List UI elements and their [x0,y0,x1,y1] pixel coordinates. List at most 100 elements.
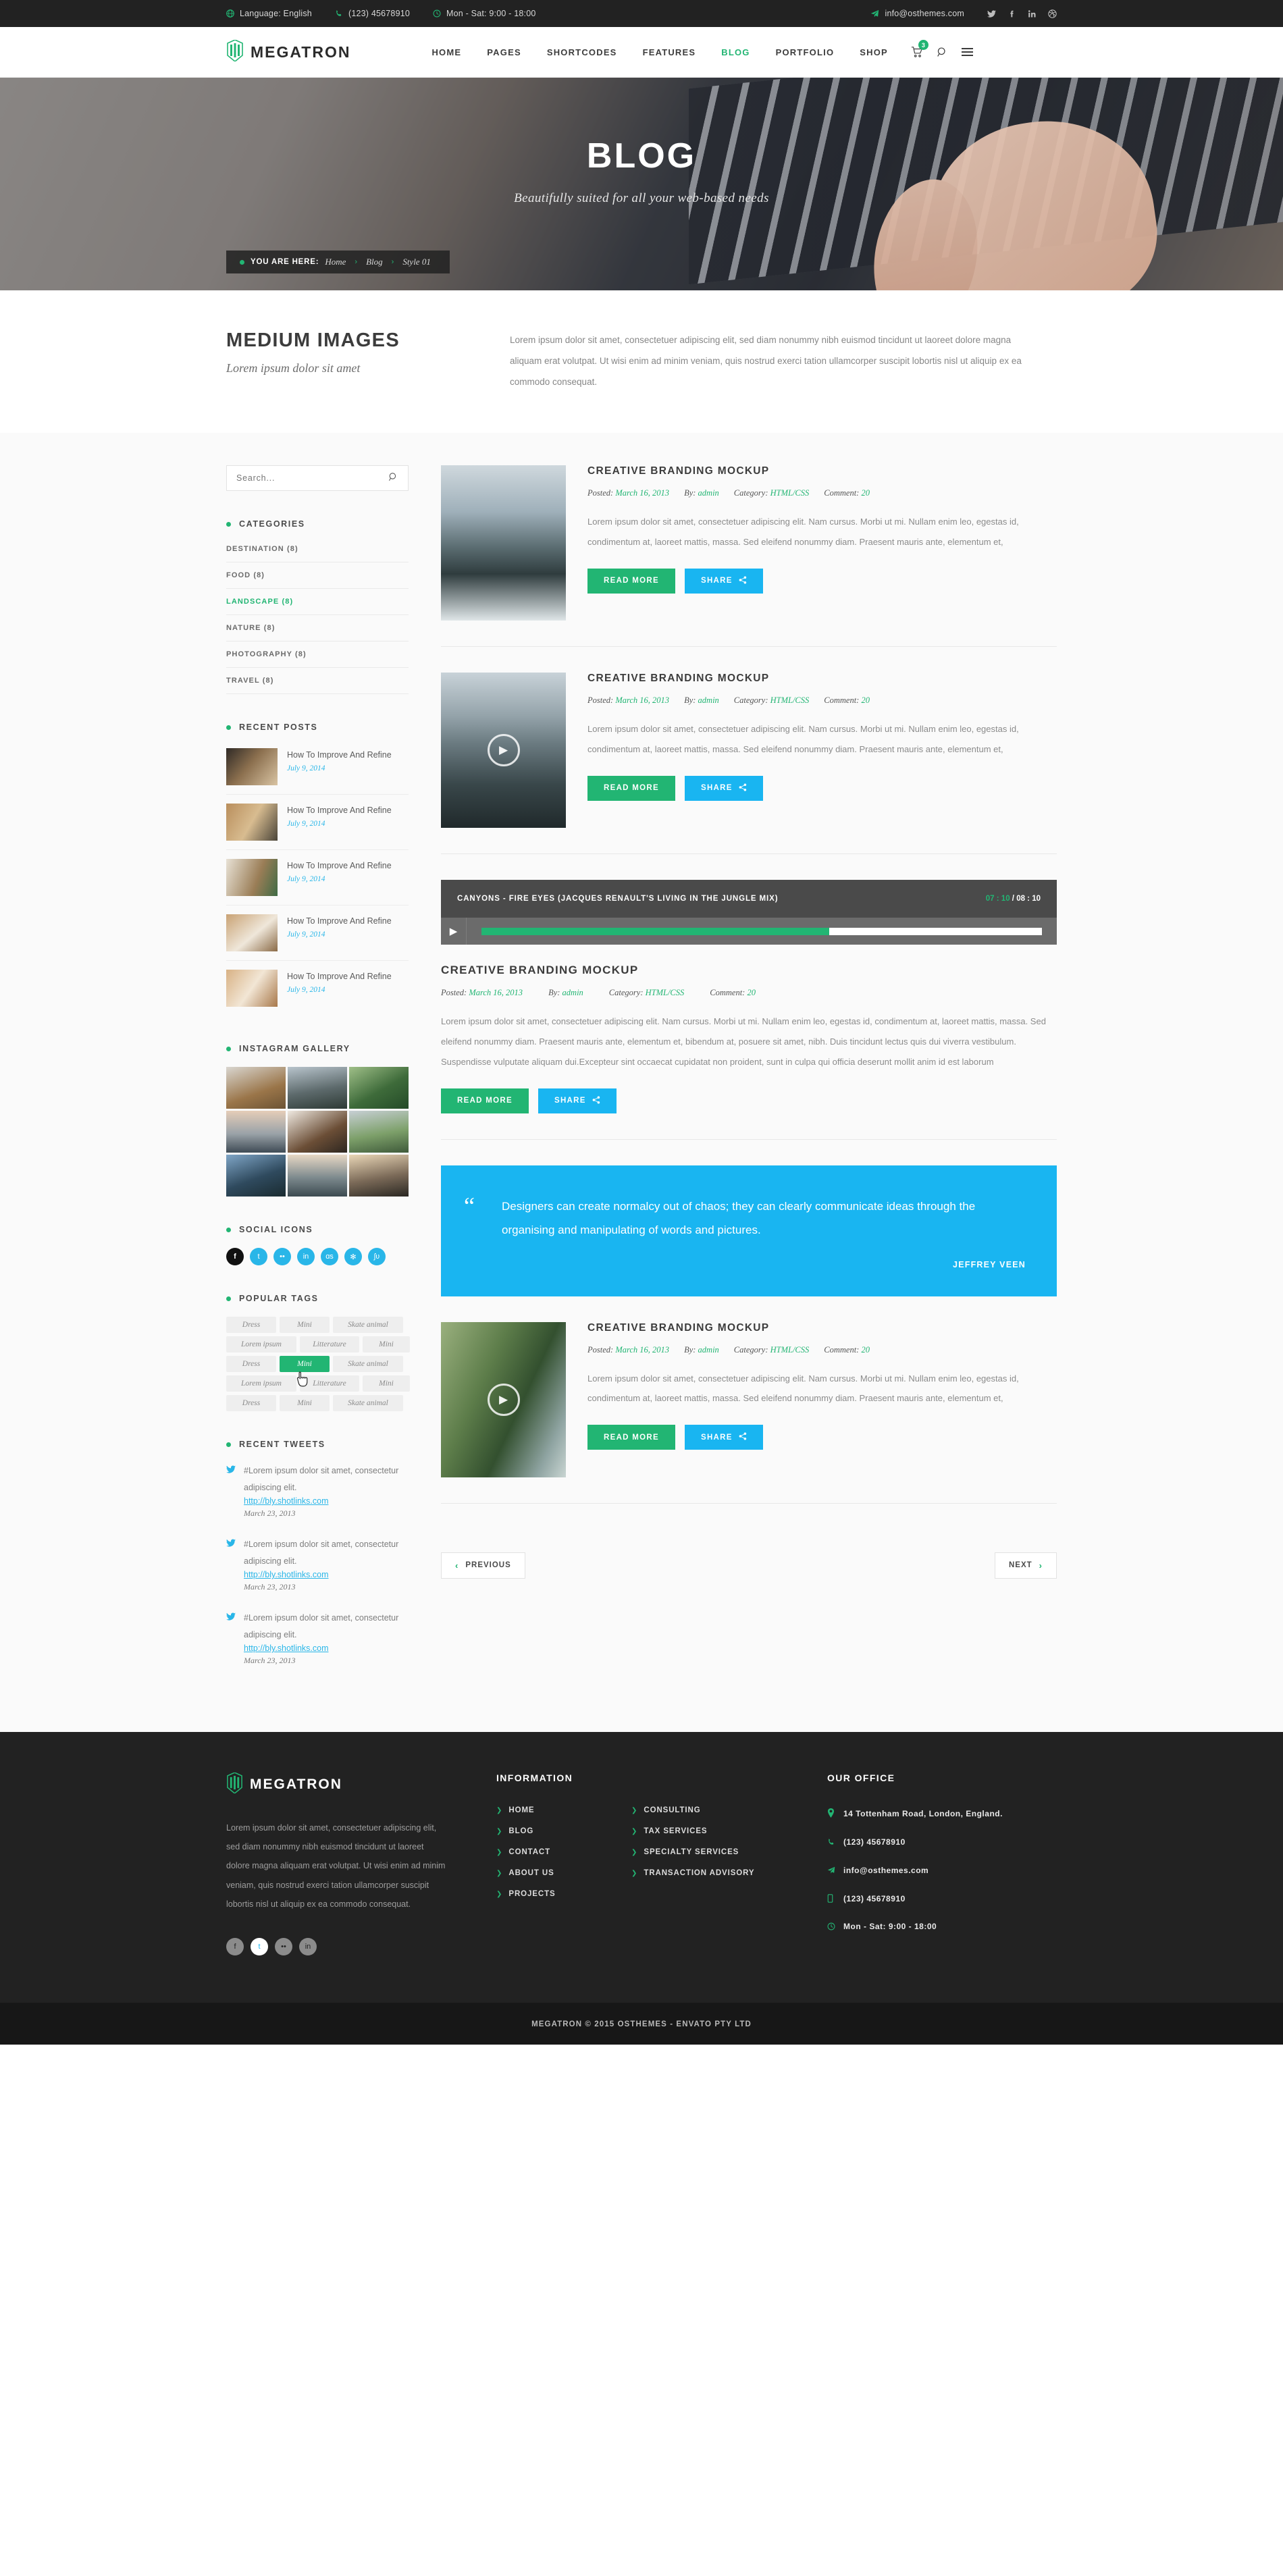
list-item[interactable]: How To Improve And Refine July 9, 2014 [226,905,409,962]
post-author[interactable]: admin [562,988,583,997]
next-page-button[interactable]: NEXT › [994,1552,1057,1579]
tag-skate-animal[interactable]: Skate animal [333,1395,403,1412]
footer-link-about-us[interactable]: ABOUT US [508,1869,554,1877]
breadcrumb-item-home[interactable]: Home [325,257,346,267]
share-button[interactable]: SHARE [684,568,763,594]
instagram-thumb[interactable] [288,1155,347,1197]
linkedin-icon[interactable]: in [297,1248,315,1266]
tweet-link[interactable]: http://bly.shotlinks.com [244,1644,409,1653]
search-input[interactable] [236,473,388,483]
facebook-icon[interactable] [1007,9,1016,18]
post-category[interactable]: HTML/CSS [770,1345,810,1355]
nav-item-pages[interactable]: PAGES [487,47,521,57]
post-image[interactable] [441,465,566,621]
tweet-link[interactable]: http://bly.shotlinks.com [244,1570,409,1579]
top-phone[interactable]: (123) 45678910 [335,9,410,18]
post-comment-count[interactable]: 20 [861,488,870,498]
instagram-thumb[interactable] [226,1155,286,1197]
tag-mini[interactable]: Mini [280,1395,330,1412]
header-logo[interactable]: MEGATRON [226,38,350,65]
nav-item-portfolio[interactable]: PORTFOLIO [776,47,835,57]
tag-lorem-ipsum[interactable]: Lorem ipsum [226,1336,296,1353]
read-more-button[interactable]: READ MORE [587,775,675,801]
post-author[interactable]: admin [698,488,719,498]
recent-post-title[interactable]: How To Improve And Refine [287,748,409,763]
footer-link-specialty-services[interactable]: SPECIALTY SERVICES [644,1848,739,1856]
footer-link-consulting[interactable]: CONSULTING [644,1806,700,1814]
nav-item-shortcodes[interactable]: SHORTCODES [547,47,617,57]
post-title[interactable]: CREATIVE BRANDING MOCKUP [587,673,1057,685]
list-item[interactable]: How To Improve And Refine July 9, 2014 [226,850,409,906]
instagram-thumb[interactable] [288,1067,347,1109]
twitter-icon[interactable] [987,9,996,18]
footer-link-home[interactable]: HOME [508,1806,534,1814]
instagram-thumb[interactable] [226,1067,286,1109]
post-author[interactable]: admin [698,1345,719,1355]
tag-skate-animal[interactable]: Skate animal [333,1317,403,1334]
tag-mini[interactable]: Mini [363,1375,410,1392]
tag-dress[interactable]: Dress [226,1317,276,1334]
search-icon[interactable] [937,47,948,58]
category-item-travel[interactable]: TRAVEL (8) [226,668,409,695]
nav-item-home[interactable]: HOME [431,47,461,57]
category-item-food[interactable]: FOOD (8) [226,562,409,589]
post-comment-count[interactable]: 20 [861,695,870,705]
category-item-nature[interactable]: NATURE (8) [226,615,409,642]
post-title[interactable]: CREATIVE BRANDING MOCKUP [441,964,1057,977]
share-button[interactable]: SHARE [684,775,763,801]
tag-lorem-ipsum[interactable]: Lorem ipsum [226,1375,296,1392]
tag-mini-active[interactable]: Mini [280,1356,330,1373]
tweet-link[interactable]: http://bly.shotlinks.com [244,1496,409,1506]
post-comment-count[interactable]: 20 [861,1345,870,1355]
tag-litterature[interactable]: Litterature [300,1375,359,1392]
language-selector[interactable]: Language: English [226,9,312,18]
share-button[interactable]: SHARE [538,1088,617,1113]
footer-link-blog[interactable]: BLOG [508,1827,533,1835]
dribbble-icon[interactable] [1048,9,1057,18]
twitter-icon[interactable]: t [250,1248,267,1266]
breadcrumb-item-blog[interactable]: Blog [366,257,383,267]
nav-item-shop[interactable]: SHOP [860,47,888,57]
play-button-icon[interactable]: ▶ [487,1383,520,1416]
search-icon[interactable] [388,472,398,484]
instagram-thumb[interactable] [288,1111,347,1153]
footer-link-projects[interactable]: PROJECTS [508,1890,555,1898]
flickr-icon[interactable]: •• [273,1248,291,1266]
previous-page-button[interactable]: ‹ PREVIOUS [441,1552,525,1579]
post-category[interactable]: HTML/CSS [770,488,810,498]
list-item[interactable]: How To Improve And Refine July 9, 2014 [226,795,409,851]
tag-dress[interactable]: Dress [226,1356,276,1373]
recent-post-title[interactable]: How To Improve And Refine [287,970,409,984]
read-more-button[interactable]: READ MORE [587,568,675,594]
menu-toggle-icon[interactable] [961,48,973,56]
instagram-thumb[interactable] [349,1067,409,1109]
post-date[interactable]: March 16, 2013 [615,1345,669,1355]
stumbleupon-icon[interactable]: ʃʋ [368,1248,386,1266]
read-more-button[interactable]: READ MORE [441,1088,529,1113]
footer-link-tax-services[interactable]: TAX SERVICES [644,1827,707,1835]
footer-link-transaction-advisory[interactable]: TRANSACTION ADVISORY [644,1869,754,1877]
cart-icon[interactable]: 3 [911,40,928,58]
post-title[interactable]: CREATIVE BRANDING MOCKUP [587,1322,1057,1334]
facebook-icon[interactable]: f [226,1248,244,1266]
top-email[interactable]: info@osthemes.com [870,9,964,18]
recent-post-title[interactable]: How To Improve And Refine [287,859,409,874]
lastfm-icon[interactable]: ɑs [321,1248,338,1266]
twitter-icon[interactable]: t [251,1937,268,1955]
flickr-icon[interactable]: •• [275,1937,292,1955]
post-title[interactable]: CREATIVE BRANDING MOCKUP [587,465,1057,477]
instagram-thumb[interactable] [226,1111,286,1153]
post-comment-count[interactable]: 20 [747,988,756,997]
play-button-icon[interactable]: ▶ [441,918,467,945]
category-item-photography[interactable]: PHOTOGRAPHY (8) [226,641,409,668]
list-item[interactable]: How To Improve And Refine July 9, 2014 [226,961,409,1016]
footer-link-contact[interactable]: CONTACT [508,1848,550,1856]
post-category[interactable]: HTML/CSS [770,695,810,705]
tag-mini[interactable]: Mini [363,1336,410,1353]
post-date[interactable]: March 16, 2013 [615,695,669,705]
audio-progress-bar[interactable] [481,927,1042,935]
post-category[interactable]: HTML/CSS [646,988,685,997]
tag-mini[interactable]: Mini [280,1317,330,1334]
tag-skate-animal[interactable]: Skate animal [333,1356,403,1373]
facebook-icon[interactable]: f [226,1937,244,1955]
